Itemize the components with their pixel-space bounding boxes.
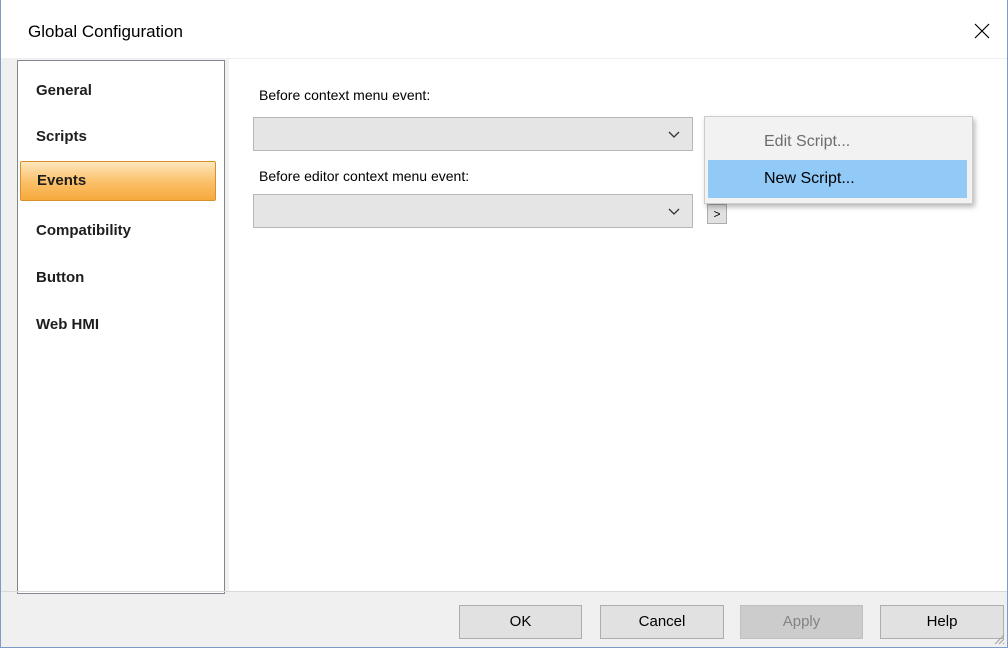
sidebar-item-button[interactable]: Button [20,258,216,296]
help-button[interactable]: Help [880,605,1004,639]
chevron-down-icon [668,208,680,215]
before-editor-context-menu-label: Before editor context menu event: [259,168,470,184]
before-context-menu-label: Before context menu event: [259,87,431,103]
before-editor-context-menu-script-button[interactable]: > [707,204,727,224]
sidebar-item-label: Events [37,172,87,189]
sidebar-item-events[interactable]: Events [20,161,216,201]
category-list: General Scripts Events Compatibility But… [17,60,225,594]
close-icon [974,23,990,39]
sidebar-item-compatibility[interactable]: Compatibility [20,211,216,249]
sidebar-item-label: Scripts [36,128,87,145]
resize-grip-icon[interactable] [991,631,1005,645]
global-configuration-dialog: Global Configuration General Scripts Eve… [0,0,1008,648]
sidebar-item-label: Web HMI [36,316,100,333]
cancel-button[interactable]: Cancel [600,605,724,639]
close-button[interactable] [967,16,997,46]
menu-item-label: Edit Script... [764,133,851,150]
footer-divider [1,591,1007,592]
title-bar: Global Configuration [1,0,1007,58]
sidebar-item-web-hmi[interactable]: Web HMI [20,305,216,343]
sidebar-item-label: Button [36,269,85,286]
menu-item-new-script[interactable]: New Script... [708,160,967,198]
menu-item-edit-script[interactable]: Edit Script... [708,123,967,161]
sidebar-item-scripts[interactable]: Scripts [20,117,216,155]
ok-button[interactable]: OK [459,605,582,639]
script-context-menu: Edit Script... New Script... [704,116,973,204]
before-editor-context-menu-select[interactable] [253,194,693,228]
before-context-menu-select[interactable] [253,117,693,151]
dialog-title: Global Configuration [28,22,183,41]
sidebar-item-general[interactable]: General [20,71,216,109]
sidebar-item-label: General [36,82,92,99]
apply-button[interactable]: Apply [740,605,863,639]
sidebar-item-label: Compatibility [36,222,132,239]
menu-item-label: New Script... [764,170,855,187]
chevron-down-icon [668,131,680,138]
